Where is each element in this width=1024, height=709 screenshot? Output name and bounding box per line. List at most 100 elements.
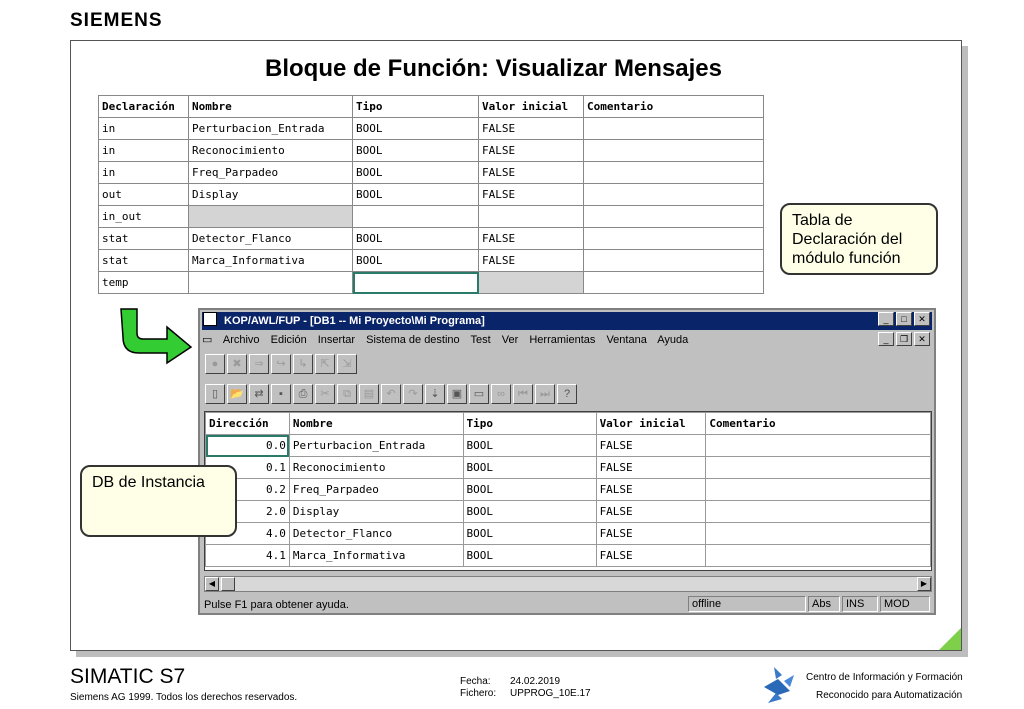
- cell-declaracion[interactable]: in_out: [98, 205, 189, 228]
- copy-icon[interactable]: ⧉: [337, 384, 357, 404]
- menu-test[interactable]: Test: [471, 334, 491, 346]
- cell-tipo[interactable]: [352, 205, 479, 228]
- cell-declaracion[interactable]: temp: [98, 271, 189, 294]
- scroll-right-icon[interactable]: ▶: [917, 577, 931, 591]
- cell-comentario[interactable]: [705, 522, 931, 545]
- prev-icon[interactable]: ⏮: [513, 384, 533, 404]
- table-row[interactable]: in_out: [98, 205, 764, 228]
- menu-doc-icon[interactable]: ▭: [202, 334, 212, 346]
- cell-valor[interactable]: FALSE: [478, 117, 584, 140]
- table-row[interactable]: 4.0 Detector_Flanco BOOL FALSE: [205, 522, 931, 545]
- cell-declaracion[interactable]: in: [98, 161, 189, 184]
- breakpoint-icon[interactable]: ●: [205, 354, 225, 374]
- cell-tipo[interactable]: BOOL: [352, 139, 479, 162]
- help-icon[interactable]: ?: [557, 384, 577, 404]
- menu-sistema-destino[interactable]: Sistema de destino: [366, 334, 460, 346]
- cell-nombre[interactable]: Perturbacion_Entrada: [288, 434, 464, 457]
- cell-nombre[interactable]: Detector_Flanco: [188, 227, 353, 250]
- cell-valor[interactable]: FALSE: [595, 456, 707, 479]
- cell-tipo[interactable]: BOOL: [462, 456, 597, 479]
- redo-icon[interactable]: ↷: [403, 384, 423, 404]
- cell-comentario[interactable]: [705, 544, 931, 567]
- table-row[interactable]: 0.0 Perturbacion_Entrada BOOL FALSE: [205, 434, 931, 457]
- cell-nombre[interactable]: Perturbacion_Entrada: [188, 117, 353, 140]
- cell-tipo[interactable]: BOOL: [352, 249, 479, 272]
- cell-comentario[interactable]: [583, 117, 764, 140]
- cell-comentario[interactable]: [583, 205, 764, 228]
- menu-insertar[interactable]: Insertar: [318, 334, 355, 346]
- cell-valor[interactable]: FALSE: [478, 227, 584, 250]
- minimize-button[interactable]: _: [878, 312, 894, 326]
- cell-nombre[interactable]: Display: [288, 500, 464, 523]
- menu-ayuda[interactable]: Ayuda: [657, 334, 688, 346]
- glasses-icon[interactable]: ∞: [491, 384, 511, 404]
- cell-direccion[interactable]: 0.0: [205, 434, 290, 457]
- cell-tipo[interactable]: BOOL: [462, 500, 597, 523]
- cell-comentario[interactable]: [705, 456, 931, 479]
- cell-declaracion[interactable]: in: [98, 117, 189, 140]
- cell-comentario[interactable]: [583, 271, 764, 294]
- cell-valor[interactable]: FALSE: [595, 500, 707, 523]
- cell-tipo[interactable]: BOOL: [462, 544, 597, 567]
- cell-declaracion[interactable]: stat: [98, 249, 189, 272]
- cell-tipo[interactable]: BOOL: [352, 183, 479, 206]
- table-row[interactable]: in Perturbacion_Entrada BOOL FALSE: [98, 117, 764, 140]
- cell-nombre[interactable]: Freq_Parpadeo: [188, 161, 353, 184]
- table-row[interactable]: 4.1 Marca_Informativa BOOL FALSE: [205, 544, 931, 567]
- cell-nombre[interactable]: Display: [188, 183, 353, 206]
- cell-tipo[interactable]: BOOL: [462, 434, 597, 457]
- cell-comentario[interactable]: [705, 500, 931, 523]
- cell-valor[interactable]: FALSE: [478, 249, 584, 272]
- cell-nombre[interactable]: Freq_Parpadeo: [288, 478, 464, 501]
- cell-comentario[interactable]: [583, 183, 764, 206]
- cell-tipo[interactable]: BOOL: [352, 161, 479, 184]
- cell-tipo[interactable]: BOOL: [462, 478, 597, 501]
- cell-comentario[interactable]: [705, 478, 931, 501]
- table-row[interactable]: temp: [98, 271, 764, 294]
- scroll-thumb[interactable]: [221, 577, 235, 591]
- table-row[interactable]: out Display BOOL FALSE: [98, 183, 764, 206]
- doc-restore-button[interactable]: ❐: [896, 332, 912, 346]
- view-icon[interactable]: ▭: [469, 384, 489, 404]
- next-icon[interactable]: ⏭: [535, 384, 555, 404]
- cell-valor[interactable]: [478, 205, 584, 228]
- table-row[interactable]: stat Marca_Informativa BOOL FALSE: [98, 249, 764, 272]
- delete-breakpoint-icon[interactable]: ✖: [227, 354, 247, 374]
- cell-valor[interactable]: FALSE: [595, 434, 707, 457]
- cell-valor[interactable]: FALSE: [595, 522, 707, 545]
- app-icon[interactable]: [203, 312, 217, 326]
- menu-herramientas[interactable]: Herramientas: [529, 334, 595, 346]
- cell-direccion[interactable]: 4.1: [205, 544, 290, 567]
- cell-declaracion[interactable]: stat: [98, 227, 189, 250]
- cell-tipo[interactable]: BOOL: [352, 227, 479, 250]
- table-row[interactable]: 0.2 Freq_Parpadeo BOOL FALSE: [205, 478, 931, 501]
- paste-icon[interactable]: ▤: [359, 384, 379, 404]
- cell-comentario[interactable]: [583, 161, 764, 184]
- cell-comentario[interactable]: [583, 139, 764, 162]
- menu-archivo[interactable]: Archivo: [223, 334, 260, 346]
- cell-nombre[interactable]: Marca_Informativa: [288, 544, 464, 567]
- maximize-button[interactable]: □: [896, 312, 912, 326]
- cell-valor[interactable]: FALSE: [478, 139, 584, 162]
- cell-tipo-selected[interactable]: [352, 271, 479, 294]
- cell-nombre[interactable]: [188, 271, 353, 294]
- step-over-icon[interactable]: ↪: [271, 354, 291, 374]
- download-icon[interactable]: ⇣: [425, 384, 445, 404]
- open-icon[interactable]: 📂: [227, 384, 247, 404]
- print-icon[interactable]: ⎙: [293, 384, 313, 404]
- close-button[interactable]: ✕: [914, 312, 930, 326]
- cell-valor[interactable]: FALSE: [478, 161, 584, 184]
- cell-valor[interactable]: FALSE: [595, 544, 707, 567]
- menu-ver[interactable]: Ver: [502, 334, 519, 346]
- cell-nombre[interactable]: Detector_Flanco: [288, 522, 464, 545]
- cell-valor[interactable]: [478, 271, 584, 294]
- step-icon[interactable]: ⇒: [249, 354, 269, 374]
- cell-nombre[interactable]: Reconocimiento: [288, 456, 464, 479]
- window-title-bar[interactable]: KOP/AWL/FUP - [DB1 -- Mi Proyecto\Mi Pro…: [202, 312, 932, 330]
- new-icon[interactable]: ▯: [205, 384, 225, 404]
- run-to-icon[interactable]: ⇲: [337, 354, 357, 374]
- cell-valor[interactable]: FALSE: [478, 183, 584, 206]
- monitor-icon[interactable]: ▣: [447, 384, 467, 404]
- cell-nombre[interactable]: [188, 205, 353, 228]
- table-row[interactable]: in Freq_Parpadeo BOOL FALSE: [98, 161, 764, 184]
